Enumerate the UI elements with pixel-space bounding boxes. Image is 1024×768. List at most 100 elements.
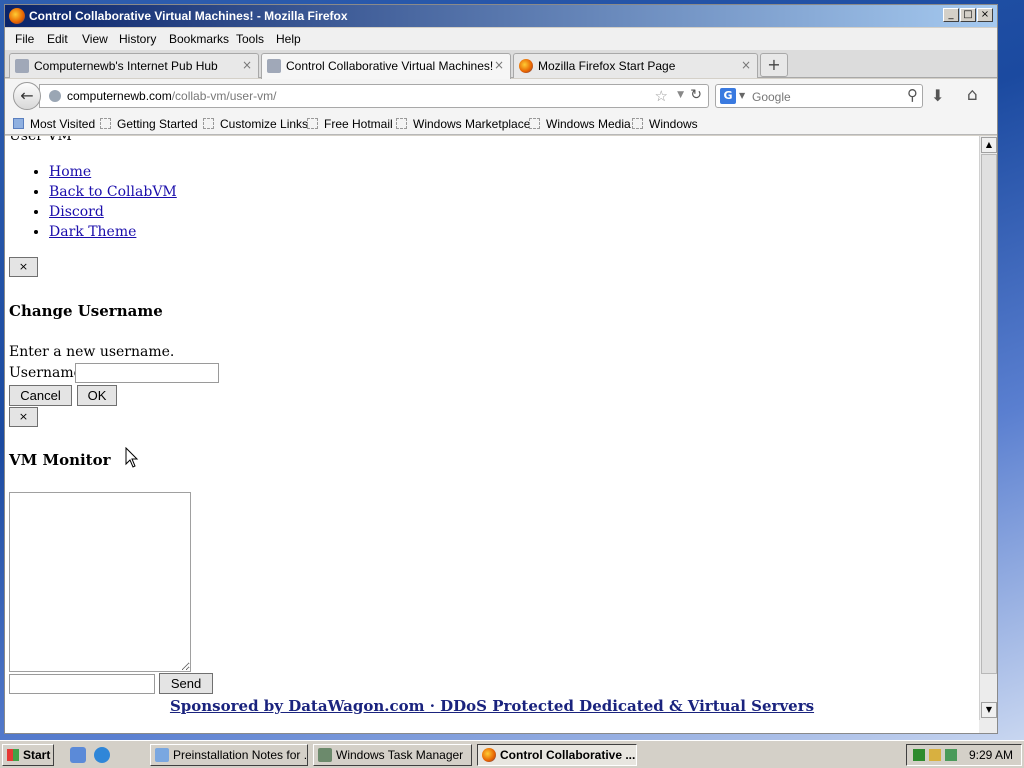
download-icon[interactable]: ⬇: [931, 86, 944, 105]
document-icon: [155, 748, 169, 762]
page-content: User VM Home Back to CollabVM Discord Da…: [5, 136, 979, 733]
scroll-up-icon[interactable]: ▲: [981, 137, 997, 153]
search-icon[interactable]: ⚲: [907, 86, 918, 104]
minimize-button[interactable]: _: [943, 8, 959, 22]
reload-icon[interactable]: ↻: [690, 87, 702, 103]
scroll-thumb[interactable]: [981, 154, 997, 674]
bookmark-windows-media[interactable]: Windows Media: [529, 117, 631, 131]
windows-logo-icon: [7, 749, 19, 761]
close-tab-icon[interactable]: ×: [741, 58, 751, 72]
cancel-button[interactable]: Cancel: [9, 385, 72, 406]
send-button[interactable]: Send: [159, 673, 213, 694]
nav-item-dark-theme: Dark Theme: [49, 222, 177, 242]
firefox-icon: [482, 748, 496, 762]
computer-icon: [267, 59, 281, 73]
task-manager-icon: [318, 748, 332, 762]
bookmark-label: Windows: [649, 117, 698, 131]
nav-link-dark-theme[interactable]: Dark Theme: [49, 224, 136, 240]
vm-monitor-command-input[interactable]: [9, 674, 155, 694]
sponsor-link[interactable]: Sponsored by DataWagon.com · DDoS Protec…: [170, 697, 814, 715]
bookmark-windows-marketplace[interactable]: Windows Marketplace: [396, 117, 530, 131]
volume-icon[interactable]: [945, 749, 957, 761]
vertical-scrollbar[interactable]: ▲ ▼: [979, 136, 997, 720]
bookmark-most-visited[interactable]: Most Visited: [13, 117, 95, 131]
menu-file[interactable]: File: [15, 32, 34, 46]
tab-label: Control Collaborative Virtual Machines!: [286, 59, 494, 73]
computer-icon: [15, 59, 29, 73]
bookmark-star-icon[interactable]: ☆: [655, 87, 668, 105]
start-button[interactable]: Start: [2, 744, 54, 766]
search-engine-dropdown-icon[interactable]: ▼: [739, 91, 745, 100]
new-tab-button[interactable]: +: [760, 53, 788, 77]
bookmark-free-hotmail[interactable]: Free Hotmail: [307, 117, 393, 131]
system-tray: 9:29 AM: [906, 744, 1022, 766]
menu-tools[interactable]: Tools: [236, 32, 264, 46]
home-icon[interactable]: ⌂: [967, 85, 978, 105]
bookmark-page-icon: [307, 118, 318, 129]
change-username-heading: Change Username: [9, 302, 163, 320]
url-path: /collab-vm/user-vm/: [171, 89, 277, 103]
menu-view[interactable]: View: [82, 32, 108, 46]
close-username-dialog-button[interactable]: ×: [9, 257, 38, 277]
clock[interactable]: 9:29 AM: [969, 748, 1013, 762]
username-input[interactable]: [75, 363, 219, 383]
bookmark-getting-started[interactable]: Getting Started: [100, 117, 198, 131]
vm-monitor-output[interactable]: [9, 492, 191, 672]
menu-bookmarks[interactable]: Bookmarks: [169, 32, 229, 46]
nav-link-home[interactable]: Home: [49, 164, 91, 180]
close-window-button[interactable]: ×: [977, 8, 993, 22]
start-label: Start: [23, 748, 51, 762]
bookmark-label: Most Visited: [30, 117, 96, 131]
back-button[interactable]: ←: [13, 82, 41, 110]
task-preinstallation-notes[interactable]: Preinstallation Notes for ...: [150, 744, 308, 766]
menu-history[interactable]: History: [119, 32, 156, 46]
url-bar[interactable]: computernewb.com/collab-vm/user-vm/ ☆ ▼ …: [39, 84, 709, 108]
url-text: computernewb.com/collab-vm/user-vm/: [67, 89, 276, 103]
internet-explorer-icon[interactable]: [94, 747, 110, 763]
task-label: Control Collaborative ...: [500, 748, 636, 762]
security-icon[interactable]: [929, 749, 941, 761]
menu-bar: File Edit View History Bookmarks Tools H…: [5, 28, 997, 50]
vm-monitor-heading: VM Monitor: [9, 451, 111, 469]
url-host: computernewb.com: [67, 89, 172, 103]
close-tab-icon[interactable]: ×: [242, 58, 252, 72]
firefox-window: Control Collaborative Virtual Machines! …: [4, 4, 998, 734]
bookmark-label: Free Hotmail: [324, 117, 393, 131]
ok-button[interactable]: OK: [77, 385, 117, 406]
bookmark-customize-links[interactable]: Customize Links: [203, 117, 308, 131]
tab-pub-hub[interactable]: Computernewb's Internet Pub Hub ×: [9, 53, 259, 78]
task-firefox[interactable]: Control Collaborative ...: [477, 744, 637, 766]
url-dropdown-icon[interactable]: ▼: [677, 90, 684, 100]
tab-label: Computernewb's Internet Pub Hub: [34, 59, 218, 73]
bookmark-page-icon: [203, 118, 214, 129]
bookmark-windows[interactable]: Windows: [632, 117, 698, 131]
menu-edit[interactable]: Edit: [47, 32, 68, 46]
network-icon[interactable]: [913, 749, 925, 761]
search-placeholder: Google: [752, 90, 791, 104]
tab-label: Mozilla Firefox Start Page: [538, 59, 676, 73]
tab-collab-vm[interactable]: Control Collaborative Virtual Machines! …: [261, 53, 511, 79]
task-windows-task-manager[interactable]: Windows Task Manager: [313, 744, 472, 766]
nav-link-discord[interactable]: Discord: [49, 204, 104, 220]
page-heading-cut: User VM: [9, 136, 72, 144]
title-bar[interactable]: Control Collaborative Virtual Machines! …: [5, 5, 997, 27]
tab-firefox-start[interactable]: Mozilla Firefox Start Page ×: [513, 53, 758, 78]
username-label: Username: [9, 365, 82, 381]
most-visited-icon: [13, 118, 24, 129]
show-desktop-icon[interactable]: [70, 747, 86, 763]
nav-link-back-to-collabvm[interactable]: Back to CollabVM: [49, 184, 177, 200]
navigation-bar: computernewb.com/collab-vm/user-vm/ ☆ ▼ …: [5, 79, 997, 113]
close-tab-icon[interactable]: ×: [494, 58, 504, 72]
scroll-down-icon[interactable]: ▼: [981, 702, 997, 718]
tab-bar: Computernewb's Internet Pub Hub × Contro…: [5, 50, 997, 79]
search-bar[interactable]: G ▼ Google ⚲: [715, 84, 923, 108]
bookmark-label: Windows Marketplace: [413, 117, 531, 131]
bookmark-label: Customize Links: [220, 117, 309, 131]
close-vm-monitor-button[interactable]: ×: [9, 407, 38, 427]
maximize-button[interactable]: □: [960, 8, 976, 22]
scroll-corner: [979, 720, 997, 733]
google-icon[interactable]: G: [720, 88, 736, 104]
menu-help[interactable]: Help: [276, 32, 301, 46]
globe-icon: [49, 90, 61, 102]
bookmark-page-icon: [100, 118, 111, 129]
